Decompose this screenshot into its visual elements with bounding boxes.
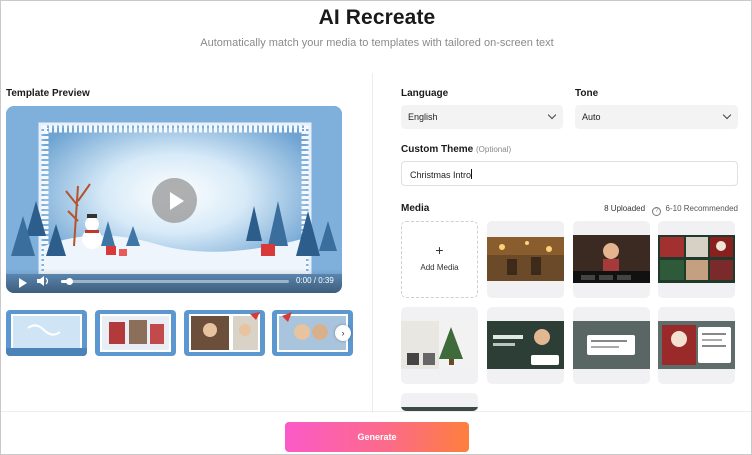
media-tile[interactable] <box>487 307 564 384</box>
video-progress-bar[interactable] <box>61 280 289 283</box>
media-thumbnail-image <box>573 235 650 283</box>
custom-theme-label-text: Custom Theme <box>401 144 474 155</box>
media-thumbnail-image <box>573 321 650 369</box>
language-value: English <box>408 112 438 122</box>
media-tile[interactable] <box>401 393 478 411</box>
template-thumbnail[interactable] <box>95 310 176 356</box>
generate-button[interactable]: Generate <box>285 422 469 452</box>
thumbnails-next-button[interactable]: › <box>335 325 351 341</box>
column-divider <box>372 73 373 413</box>
footer-divider <box>1 411 751 412</box>
video-time: 0:00 / 0:39 <box>296 276 334 285</box>
template-preview-label: Template Preview <box>6 88 90 99</box>
media-tile[interactable] <box>573 221 650 298</box>
add-media-label: Add Media <box>420 263 459 272</box>
tone-value: Auto <box>582 112 601 122</box>
custom-theme-label: Custom Theme (Optional) <box>401 144 511 155</box>
template-thumbnail[interactable] <box>184 310 265 356</box>
media-tile[interactable] <box>573 307 650 384</box>
play-icon[interactable] <box>19 278 27 288</box>
chevron-down-icon <box>547 110 557 120</box>
media-tile[interactable] <box>487 221 564 298</box>
recommended-count: 6-10 Recommended <box>665 204 738 213</box>
page-subtitle: Automatically match your media to templa… <box>200 37 554 49</box>
media-thumbnail-image <box>401 321 478 369</box>
custom-theme-input[interactable]: Christmas Intro <box>401 161 738 186</box>
info-icon[interactable]: ? <box>652 207 662 216</box>
optional-hint: (Optional) <box>476 145 512 154</box>
play-icon <box>169 191 184 210</box>
page-title: AI Recreate <box>318 6 436 29</box>
media-thumbnail-image <box>658 235 735 283</box>
thumbnail-image <box>95 310 176 356</box>
add-media-button[interactable]: + Add Media <box>401 221 478 298</box>
chevron-right-icon: › <box>341 328 345 338</box>
thumbnail-image <box>6 310 87 356</box>
tone-select[interactable]: Auto <box>575 105 738 129</box>
language-label: Language <box>401 88 449 99</box>
chevron-down-icon <box>722 110 732 120</box>
video-progress-knob[interactable] <box>66 278 73 285</box>
thumbnail-image <box>184 310 265 356</box>
plus-icon: + <box>435 242 444 258</box>
media-thumbnail-image <box>487 321 564 369</box>
uploaded-count: 8 Uploaded <box>604 204 646 213</box>
media-tile[interactable] <box>658 307 735 384</box>
tone-label: Tone <box>575 88 599 99</box>
app-window: AI Recreate Automatically match your med… <box>0 0 752 455</box>
language-select[interactable]: English <box>401 105 563 129</box>
volume-icon[interactable] <box>37 275 51 287</box>
template-thumbnail[interactable] <box>6 310 87 356</box>
play-overlay-button[interactable] <box>152 178 197 223</box>
media-thumbnail-image <box>487 237 564 281</box>
media-tile[interactable] <box>401 307 478 384</box>
media-label: Media <box>401 203 430 214</box>
media-meta: 8 Uploaded ? 6-10 Recommended <box>561 204 738 216</box>
media-tile[interactable] <box>658 221 735 298</box>
media-thumbnail-image <box>658 321 735 369</box>
text-caret <box>471 169 473 179</box>
video-controls: 0:00 / 0:39 <box>6 269 342 293</box>
custom-theme-value: Christmas Intro <box>410 170 472 180</box>
